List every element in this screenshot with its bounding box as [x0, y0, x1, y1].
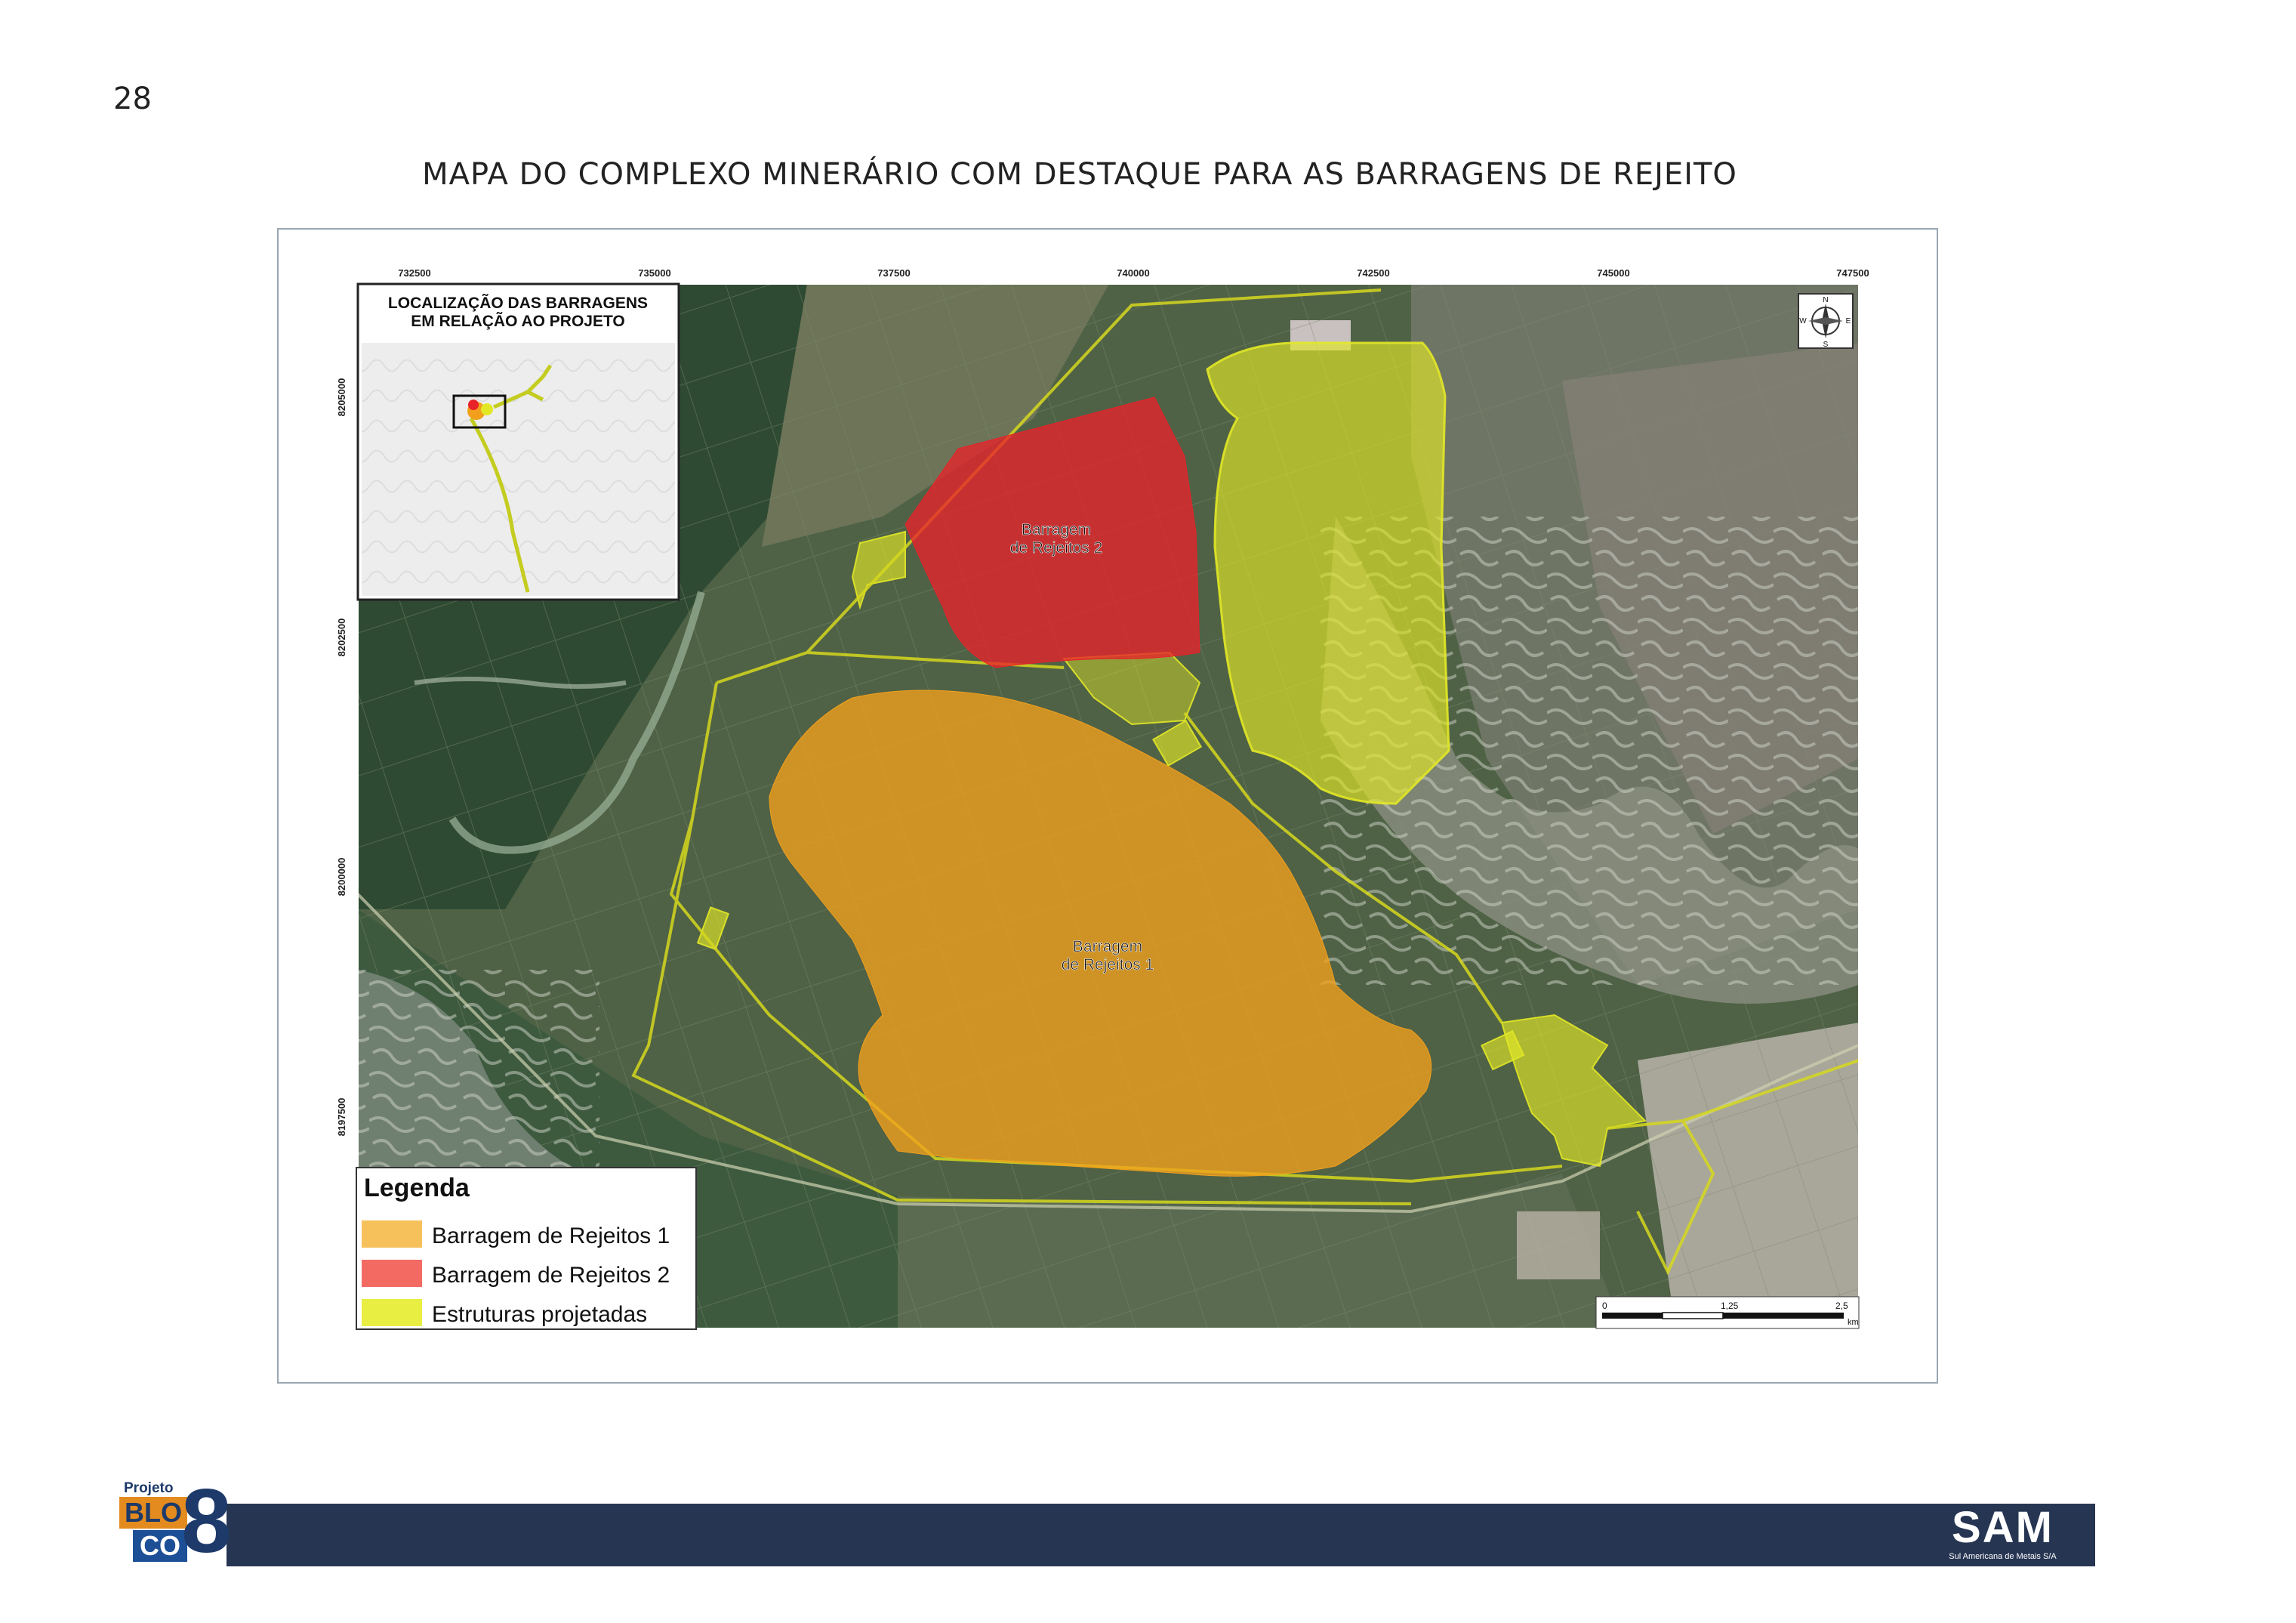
- y-tick: 8197500: [336, 1098, 347, 1137]
- page-number: 28: [113, 82, 152, 116]
- legend-label-dam-1: Barragem de Rejeitos 1: [432, 1223, 670, 1248]
- x-tick: 747500: [1836, 267, 1869, 279]
- compass-icon: N S E W: [1798, 293, 1854, 349]
- legend-swatch-dam-2: [362, 1260, 422, 1287]
- compass-s: S: [1823, 341, 1829, 349]
- y-tick: 8205000: [336, 378, 347, 417]
- compass-e: E: [1846, 317, 1851, 326]
- legend: Legenda Barragem de Rejeitos 1 Barragem …: [356, 1167, 697, 1330]
- sam-logo-subtitle: Sul Americana de Metais S/A: [1949, 1552, 2057, 1561]
- scale-label-0: 0: [1602, 1301, 1607, 1311]
- dam-1-label-line1: Barragem: [1073, 938, 1142, 955]
- legend-title: Legenda: [364, 1174, 470, 1202]
- map-frame: 732500 735000 737500 740000 742500 74500…: [277, 228, 1938, 1384]
- x-tick: 740000: [1117, 267, 1149, 279]
- x-tick: 735000: [638, 267, 670, 279]
- compass-w: W: [1799, 317, 1807, 326]
- dam-2-label: Barragem de Rejeitos 2: [1009, 521, 1103, 557]
- dam-1-label: Barragem de Rejeitos 1: [1061, 938, 1154, 974]
- bloco8-logo: Projeto BLO CO 8: [115, 1476, 243, 1578]
- dam-1-label-line2: de Rejeitos 1: [1062, 956, 1154, 973]
- x-tick: 742500: [1357, 267, 1389, 279]
- scale-label-1: 1,25: [1721, 1301, 1739, 1311]
- footer-bar: [227, 1504, 2095, 1566]
- y-axis-ticks: 8205000 8202500 8200000 8197500: [336, 378, 347, 1137]
- sam-logo-text: SAM: [1952, 1503, 2054, 1552]
- inset-title-line1: LOCALIZAÇÃO DAS BARRAGENS: [388, 295, 648, 312]
- scale-bar: 0 1,25 2,5 km: [1595, 1296, 1860, 1329]
- legend-label-structures: Estruturas projetadas: [432, 1302, 647, 1327]
- legend-swatch-structures: [362, 1299, 422, 1326]
- y-tick: 8202500: [336, 619, 347, 657]
- legend-label-dam-2: Barragem de Rejeitos 2: [432, 1263, 670, 1288]
- legend-swatch-dam-1: [362, 1220, 422, 1248]
- x-axis-ticks: 732500 735000 737500 740000 742500 74500…: [398, 267, 1869, 279]
- map: 732500 735000 737500 740000 742500 74500…: [336, 267, 1869, 1330]
- scale-unit: km: [1848, 1318, 1859, 1327]
- x-tick: 745000: [1597, 267, 1629, 279]
- page-title: MAPA DO COMPLEXO MINERÁRIO COM DESTAQUE …: [422, 157, 1737, 192]
- bloco8-logo-blo: BLO: [119, 1497, 187, 1529]
- x-tick: 732500: [398, 267, 430, 279]
- y-tick: 8200000: [336, 858, 347, 896]
- x-tick: 737500: [877, 267, 910, 279]
- bloco8-logo-eight: 8: [181, 1470, 232, 1572]
- sam-logo: SAM Sul Americana de Metais S/A: [1910, 1504, 2095, 1566]
- bloco8-logo-co: CO: [133, 1530, 187, 1562]
- dam-2-label-line1: Barragem: [1022, 521, 1091, 538]
- dam-2-label-line2: de Rejeitos 2: [1010, 539, 1103, 557]
- inset-title-line2: EM RELAÇÃO AO PROJETO: [411, 313, 625, 330]
- compass-n: N: [1823, 296, 1828, 304]
- inset-map: LOCALIZAÇÃO DAS BARRAGENS EM RELAÇÃO AO …: [356, 282, 680, 601]
- scale-label-2: 2,5: [1835, 1301, 1848, 1311]
- bloco8-logo-projeto: Projeto: [124, 1480, 174, 1496]
